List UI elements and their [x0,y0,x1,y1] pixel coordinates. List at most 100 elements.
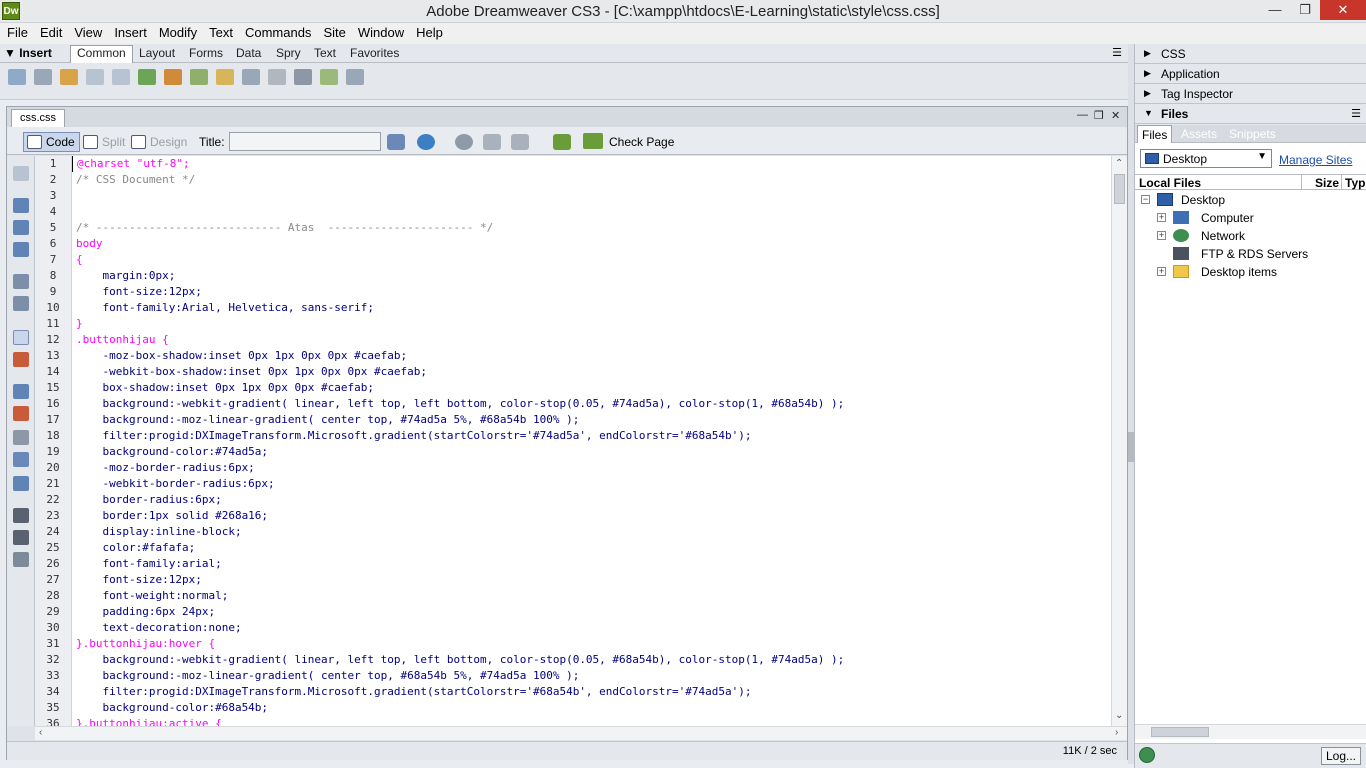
remove-comment-icon[interactable] [13,406,29,421]
panel-group-tag-inspector[interactable]: ▶ Tag Inspector [1135,84,1366,104]
code-line[interactable]: background-color:#74ad5a; [72,444,1112,460]
wrap-tag-icon[interactable] [13,430,29,445]
code-line[interactable]: background:-webkit-gradient( linear, lef… [72,396,1112,412]
tab-favorites[interactable]: Favorites [350,46,399,60]
email-link-icon[interactable] [34,69,52,85]
named-anchor-icon[interactable] [60,69,78,85]
menu-window[interactable]: Window [350,23,408,40]
open-documents-icon[interactable] [13,166,29,181]
tree-item-computer[interactable]: + Computer [1157,210,1357,228]
collapse-selection-icon[interactable] [13,220,29,235]
check-page-button[interactable]: Check Page [583,132,674,152]
code-line[interactable]: display:inline-block; [72,524,1112,540]
tab-forms[interactable]: Forms [189,46,223,60]
code-line[interactable]: margin:0px; [72,268,1112,284]
code-line[interactable]: font-size:12px; [72,572,1112,588]
code-line[interactable]: border:1px solid #268a16; [72,508,1112,524]
panel-group-files[interactable]: ▼ Files ☰ [1135,104,1366,124]
menu-commands[interactable]: Commands [237,23,315,40]
code-line[interactable]: filter:progid:DXImageTransform.Microsoft… [72,428,1112,444]
code-line[interactable]: background-color:#68a54b; [72,700,1112,716]
code-line[interactable]: font-family:Arial, Helvetica, sans-serif… [72,300,1112,316]
image-icon[interactable] [138,69,156,85]
select-parent-tag-icon[interactable] [13,274,29,289]
scroll-left-icon[interactable]: ‹ [39,727,42,738]
menu-help[interactable]: Help [408,23,447,40]
document-tab[interactable]: css.css [11,109,66,127]
code-line[interactable]: background:-webkit-gradient( linear, lef… [72,652,1112,668]
manage-sites-link[interactable]: Manage Sites [1279,153,1352,167]
highlight-invalid-code-icon[interactable] [13,352,29,367]
tree-root-desktop[interactable]: − Desktop [1141,192,1361,210]
menu-insert[interactable]: Insert [106,23,151,40]
menu-edit[interactable]: Edit [32,23,66,40]
head-icon[interactable] [268,69,286,85]
menu-text[interactable]: Text [201,23,237,40]
insert-panel-label[interactable]: ▼ Insert [4,46,52,60]
code-line[interactable]: color:#fafafa; [72,540,1112,556]
code-line[interactable]: padding:6px 24px; [72,604,1112,620]
code-line[interactable]: }.buttonhijau:active { [72,716,1112,726]
scroll-up-icon[interactable]: ⌃ [1115,158,1123,169]
templates-icon[interactable] [320,69,338,85]
doc-close-icon[interactable]: ✕ [1111,109,1120,122]
date-icon[interactable] [190,69,208,85]
collapse-full-tag-icon[interactable] [13,198,29,213]
close-window-button[interactable]: ✕ [1320,0,1366,20]
server-side-include-icon[interactable] [216,69,234,85]
expand-icon[interactable]: + [1157,213,1166,222]
comment-icon[interactable] [242,69,260,85]
code-line[interactable]: /* CSS Document */ [72,172,1112,188]
code-line[interactable]: -webkit-border-radius:6px; [72,476,1112,492]
file-management-icon[interactable] [387,134,405,150]
recent-snippets-icon[interactable] [13,452,29,467]
table-icon[interactable] [86,69,104,85]
refresh-icon[interactable] [455,134,473,150]
code-line[interactable]: /* ---------------------------- Atas ---… [72,220,1112,236]
code-editor[interactable]: @charset "utf-8";/* CSS Document */ /* --… [72,156,1112,726]
move-css-icon[interactable] [13,476,29,491]
tab-text[interactable]: Text [314,46,336,60]
code-line[interactable]: text-decoration:none; [72,620,1112,636]
tree-item-network[interactable]: + Network [1157,228,1357,246]
panel-group-application[interactable]: ▶ Application [1135,64,1366,84]
files-scroll-thumb[interactable] [1151,727,1209,737]
code-line[interactable] [72,188,1112,204]
code-line[interactable]: filter:progid:DXImageTransform.Microsoft… [72,684,1112,700]
expand-icon[interactable]: + [1157,231,1166,240]
code-line[interactable]: font-weight:normal; [72,588,1112,604]
code-line[interactable] [72,204,1112,220]
local-files-column[interactable]: Local Files [1139,176,1201,190]
scroll-down-icon[interactable]: ⌄ [1115,710,1123,721]
tag-chooser-icon[interactable] [346,69,364,85]
code-line[interactable]: @charset "utf-8"; [72,156,1112,172]
horizontal-scrollbar[interactable]: ‹ › [35,726,1127,740]
tab-spry[interactable]: Spry [276,46,301,60]
code-line[interactable]: background:-moz-linear-gradient( center … [72,412,1112,428]
preview-browser-icon[interactable] [417,134,435,150]
panel-group-css[interactable]: ▶ CSS [1135,44,1366,64]
size-column[interactable]: Size [1315,176,1339,190]
code-line[interactable]: border-radius:6px; [72,492,1112,508]
restore-button[interactable]: ❐ [1290,0,1320,20]
tab-layout[interactable]: Layout [139,46,175,60]
apply-comment-icon[interactable] [13,384,29,399]
format-source-icon[interactable] [13,552,29,567]
expand-icon[interactable]: + [1157,267,1166,276]
code-line[interactable]: -moz-border-radius:6px; [72,460,1112,476]
tab-snippets[interactable]: Snippets [1229,127,1276,141]
div-icon[interactable] [112,69,130,85]
code-line[interactable]: font-family:arial; [72,556,1112,572]
globe-icon[interactable] [1139,747,1155,763]
hyperlink-icon[interactable] [8,69,26,85]
minimize-button[interactable]: — [1260,0,1290,20]
code-line[interactable]: .buttonhijau { [72,332,1112,348]
vertical-scroll-thumb[interactable] [1114,174,1125,204]
tab-common[interactable]: Common [70,45,133,63]
script-icon[interactable] [294,69,312,85]
design-view-button[interactable]: Design [127,132,192,152]
line-numbers-icon[interactable] [13,330,29,345]
vertical-scrollbar[interactable]: ⌃ ⌄ [1111,156,1127,726]
code-line[interactable]: { [72,252,1112,268]
code-line[interactable]: -moz-box-shadow:inset 0px 1px 0px 0px #c… [72,348,1112,364]
